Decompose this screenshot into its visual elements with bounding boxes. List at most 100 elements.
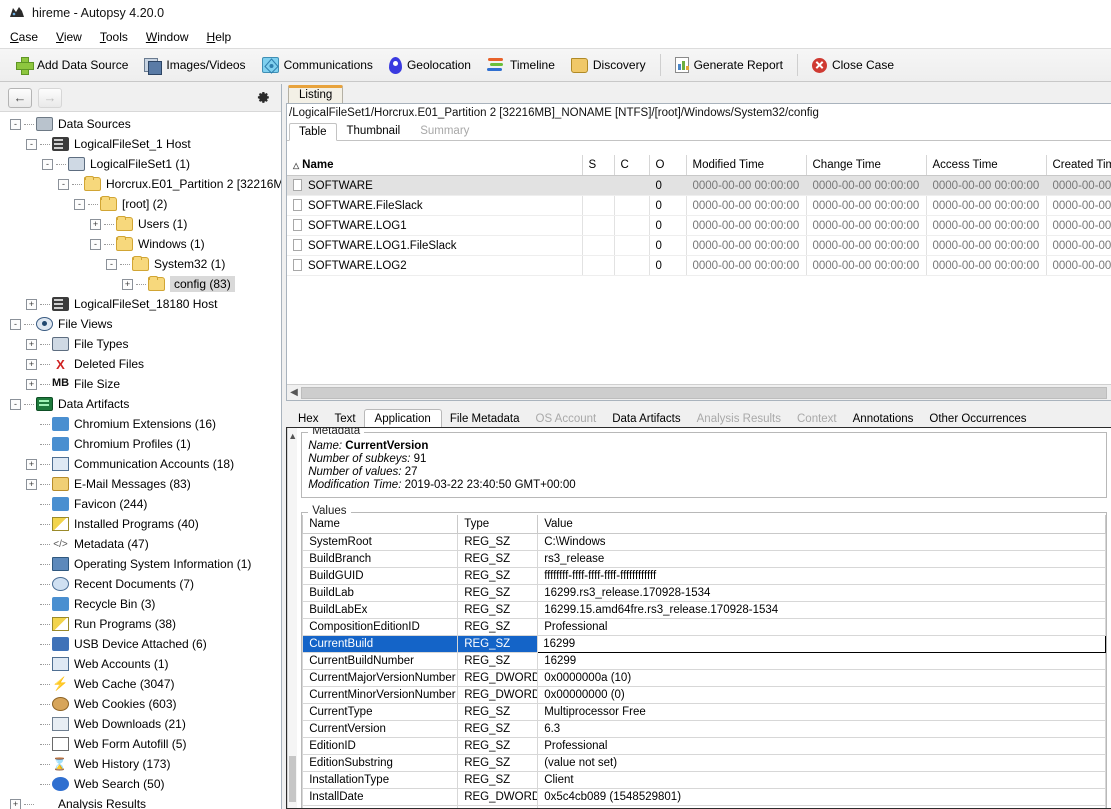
content-tab-hex[interactable]: Hex <box>290 411 326 427</box>
collapse-toggle-icon[interactable]: - <box>90 238 101 250</box>
tree-node[interactable]: + config (83) <box>0 274 281 294</box>
values-row[interactable]: EditionSubstring REG_SZ (value not set) <box>302 754 1106 772</box>
listing-column-header[interactable]: S <box>582 155 615 176</box>
value-edit-field[interactable]: 16299 <box>537 635 1106 653</box>
expand-toggle-icon[interactable]: + <box>26 338 37 350</box>
table-row[interactable]: SOFTWARE.LOG1.FileSlack 0 0000-00-00 00:00… <box>287 235 1111 256</box>
content-tab-data-artifacts[interactable]: Data Artifacts <box>604 411 688 427</box>
menu-help[interactable]: Help <box>205 29 234 45</box>
menu-bar[interactable]: Case View Tools Window Help <box>0 26 1111 48</box>
tree-node[interactable]: + File Types <box>0 334 281 354</box>
tree-node[interactable]: + Communication Accounts (18) <box>0 454 281 474</box>
expand-toggle-icon[interactable]: + <box>26 358 37 370</box>
listing-column-header[interactable]: O <box>649 155 687 176</box>
values-row[interactable]: BuildBranch REG_SZ rs3_release <box>302 550 1106 568</box>
values-row[interactable]: CompositionEditionID REG_SZ Professional <box>302 618 1106 636</box>
menu-tools[interactable]: Tools <box>98 29 130 45</box>
tree-node[interactable]: Chromium Profiles (1) <box>0 434 281 454</box>
values-row[interactable]: BuildLab REG_SZ 16299.rs3_release.170928-1… <box>302 584 1106 602</box>
tree-node[interactable]: USB Device Attached (6) <box>0 634 281 654</box>
tree-node[interactable]: - Horcrux.E01_Partition 2 [32216MB], <box>0 174 281 194</box>
tree-node[interactable]: Web Cookies (603) <box>0 694 281 714</box>
collapse-toggle-icon[interactable]: - <box>106 258 117 270</box>
content-tab-text[interactable]: Text <box>326 411 363 427</box>
tree-node[interactable]: - Data Sources <box>0 114 281 134</box>
tree-node[interactable]: Recycle Bin (3) <box>0 594 281 614</box>
registry-scroll-thumb[interactable] <box>289 756 297 802</box>
content-tab-annotations[interactable]: Annotations <box>845 411 922 427</box>
collapse-toggle-icon[interactable]: - <box>10 398 21 410</box>
listing-view-tab-thumbnail[interactable]: Thumbnail <box>337 122 411 140</box>
values-row[interactable]: CurrentVersion REG_SZ 6.3 <box>302 720 1106 738</box>
images-videos-button[interactable]: Images/Videos <box>138 56 251 75</box>
tree-node[interactable]: Web Form Autofill (5) <box>0 734 281 754</box>
add-data-source-button[interactable]: Add Data Source <box>10 55 134 75</box>
tree-node[interactable]: Recent Documents (7) <box>0 574 281 594</box>
registry-tree-scrollbar[interactable]: ▲ <box>287 428 298 808</box>
collapse-toggle-icon[interactable]: - <box>74 198 85 210</box>
tree-node[interactable]: - Data Artifacts <box>0 394 281 414</box>
collapse-toggle-icon[interactable]: - <box>10 118 21 130</box>
expand-toggle-icon[interactable]: + <box>122 278 133 290</box>
values-row[interactable]: InstallationType REG_SZ Client <box>302 771 1106 789</box>
tree-node[interactable]: Web Search (50) <box>0 774 281 794</box>
tree-node[interactable]: + E-Mail Messages (83) <box>0 474 281 494</box>
geolocation-button[interactable]: Geolocation <box>383 55 477 76</box>
expand-toggle-icon[interactable]: + <box>10 798 21 809</box>
collapse-toggle-icon[interactable]: - <box>10 318 21 330</box>
listing-column-header[interactable]: Created Time <box>1046 155 1111 176</box>
listing-column-header[interactable]: △ Name <box>287 155 583 176</box>
expand-toggle-icon[interactable]: + <box>26 458 37 470</box>
timeline-button[interactable]: Timeline <box>481 55 561 75</box>
values-row[interactable]: BuildLabEx REG_SZ 16299.15.amd64fre.rs3_re… <box>302 601 1106 619</box>
table-row[interactable]: SOFTWARE.FileSlack 0 0000-00-00 00:00:00 00… <box>287 195 1111 216</box>
content-tab-other-occurrences[interactable]: Other Occurrences <box>921 411 1034 427</box>
table-row[interactable]: SOFTWARE 0 0000-00-00 00:00:00 0000-00-00 0… <box>287 175 1111 196</box>
values-row[interactable]: CurrentType REG_SZ Multiprocessor Free <box>302 703 1106 721</box>
listing-column-header[interactable]: Change Time <box>806 155 927 176</box>
tree-node[interactable]: + X Deleted Files <box>0 354 281 374</box>
navigation-tree[interactable]: - Data Sources - LogicalFileSet_1 Host - Logi… <box>0 112 281 809</box>
tree-node[interactable]: - LogicalFileSet1 (1) <box>0 154 281 174</box>
table-row[interactable]: SOFTWARE.LOG2 0 0000-00-00 00:00:00 0000-00… <box>287 255 1111 276</box>
back-button[interactable]: ← <box>8 87 32 108</box>
values-rows[interactable]: SystemRoot REG_SZ C:\Windows BuildBranch REG… <box>302 533 1106 808</box>
values-row[interactable]: SystemRoot REG_SZ C:\Windows <box>302 533 1106 551</box>
values-row[interactable]: ProductNameREG_SZWindows 10 Pro <box>302 805 1106 808</box>
tree-node[interactable]: - LogicalFileSet_1 Host <box>0 134 281 154</box>
menu-window[interactable]: Window <box>144 29 191 45</box>
menu-view[interactable]: View <box>54 29 84 45</box>
values-row[interactable]: InstallDate REG_DWORD 0x5c4cb089 (15485298… <box>302 788 1106 806</box>
tree-node[interactable]: </> Metadata (47) <box>0 534 281 554</box>
scroll-thumb[interactable] <box>301 386 1107 399</box>
tree-node[interactable]: Operating System Information (1) <box>0 554 281 574</box>
close-case-button[interactable]: Close Case <box>806 56 900 75</box>
values-row[interactable]: CurrentBuildNumber REG_SZ 16299 <box>302 652 1106 670</box>
expand-toggle-icon[interactable]: + <box>26 378 37 390</box>
tree-node[interactable]: - [root] (2) <box>0 194 281 214</box>
values-row[interactable]: CurrentBuild REG_SZ 16299 <box>302 635 1106 653</box>
listing-column-header[interactable]: Modified Time <box>686 155 807 176</box>
tree-node[interactable]: Chromium Extensions (16) <box>0 414 281 434</box>
tree-node[interactable]: - System32 (1) <box>0 254 281 274</box>
values-column-header[interactable]: Type <box>457 515 539 534</box>
tree-node[interactable]: Run Programs (38) <box>0 614 281 634</box>
listing-view-tab-table[interactable]: Table <box>289 123 337 141</box>
values-row[interactable]: CurrentMinorVersionNumber REG_DWORD 0x0000… <box>302 686 1106 704</box>
values-column-header[interactable]: Name <box>302 515 459 534</box>
listing-column-header[interactable]: Access Time <box>926 155 1047 176</box>
tab-listing[interactable]: Listing <box>288 85 344 103</box>
values-row[interactable]: CurrentMajorVersionNumber REG_DWORD 0x0000… <box>302 669 1106 687</box>
tree-node[interactable]: + MB File Size <box>0 374 281 394</box>
tree-node[interactable]: + LogicalFileSet_18180 Host <box>0 294 281 314</box>
listing-horizontal-scrollbar[interactable]: ◀ <box>287 384 1111 400</box>
forward-button[interactable]: → <box>38 87 62 108</box>
gear-icon[interactable] <box>251 88 273 108</box>
tree-node[interactable]: - File Views <box>0 314 281 334</box>
scroll-left-icon[interactable]: ◀ <box>287 387 301 398</box>
values-row[interactable]: EditionID REG_SZ Professional <box>302 737 1106 755</box>
communications-button[interactable]: Communications <box>256 55 379 75</box>
values-column-header[interactable]: Value <box>537 515 1106 534</box>
tree-node[interactable]: Web Accounts (1) <box>0 654 281 674</box>
collapse-toggle-icon[interactable]: - <box>26 138 37 150</box>
